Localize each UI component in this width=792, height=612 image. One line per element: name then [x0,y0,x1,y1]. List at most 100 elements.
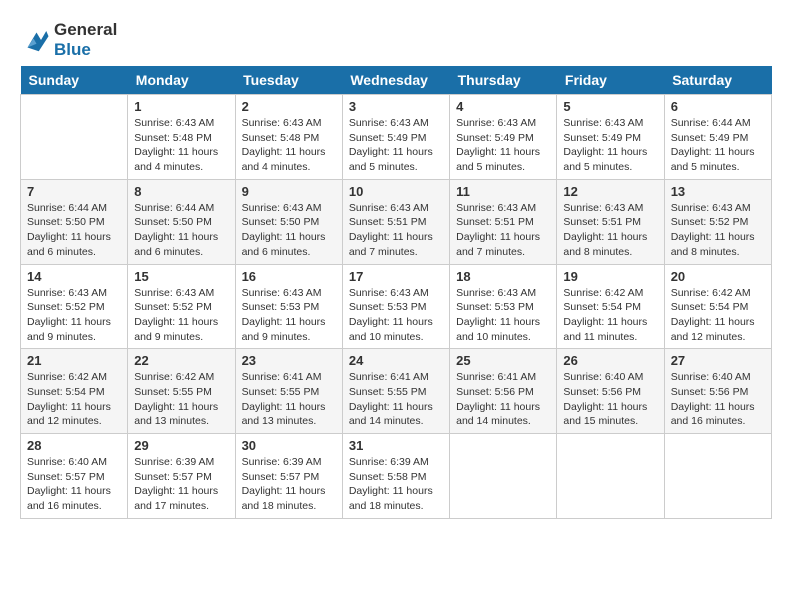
day-info: Sunrise: 6:43 AMSunset: 5:51 PMDaylight:… [563,201,657,260]
day-info: Sunrise: 6:39 AMSunset: 5:57 PMDaylight:… [134,455,228,514]
day-number: 21 [27,353,121,368]
day-number: 3 [349,99,443,114]
day-info: Sunrise: 6:41 AMSunset: 5:55 PMDaylight:… [349,370,443,429]
calendar-cell: 12 Sunrise: 6:43 AMSunset: 5:51 PMDayligh… [557,179,664,264]
day-number: 23 [242,353,336,368]
day-number: 24 [349,353,443,368]
day-header-sunday: Sunday [21,66,128,95]
day-number: 5 [563,99,657,114]
day-number: 12 [563,184,657,199]
day-info: Sunrise: 6:44 AMSunset: 5:50 PMDaylight:… [134,201,228,260]
day-info: Sunrise: 6:44 AMSunset: 5:49 PMDaylight:… [671,116,765,175]
day-info: Sunrise: 6:43 AMSunset: 5:53 PMDaylight:… [242,286,336,345]
calendar-week-row: 1 Sunrise: 6:43 AMSunset: 5:48 PMDaylight… [21,95,772,180]
day-info: Sunrise: 6:39 AMSunset: 5:58 PMDaylight:… [349,455,443,514]
day-info: Sunrise: 6:43 AMSunset: 5:53 PMDaylight:… [456,286,550,345]
day-info: Sunrise: 6:43 AMSunset: 5:49 PMDaylight:… [349,116,443,175]
day-header-saturday: Saturday [664,66,771,95]
day-number: 2 [242,99,336,114]
calendar-week-row: 14Sunrise: 6:43 AMSunset: 5:52 PMDayligh… [21,264,772,349]
day-number: 13 [671,184,765,199]
day-header-monday: Monday [128,66,235,95]
calendar-cell: 28 Sunrise: 6:40 AMSunset: 5:57 PMDayligh… [21,434,128,519]
day-info: Sunrise: 6:43 AMSunset: 5:49 PMDaylight:… [456,116,550,175]
calendar-cell: 6 Sunrise: 6:44 AMSunset: 5:49 PMDaylight… [664,95,771,180]
day-info: Sunrise: 6:40 AMSunset: 5:57 PMDaylight:… [27,455,121,514]
calendar-week-row: 28 Sunrise: 6:40 AMSunset: 5:57 PMDayligh… [21,434,772,519]
logo: General Blue [20,20,117,60]
calendar-cell: 7 Sunrise: 6:44 AMSunset: 5:50 PMDaylight… [21,179,128,264]
calendar-cell: 9Sunrise: 6:43 AMSunset: 5:50 PMDaylight… [235,179,342,264]
day-info: Sunrise: 6:43 AMSunset: 5:53 PMDaylight:… [349,286,443,345]
calendar-cell: 18 Sunrise: 6:43 AMSunset: 5:53 PMDayligh… [450,264,557,349]
calendar-cell: 16 Sunrise: 6:43 AMSunset: 5:53 PMDayligh… [235,264,342,349]
day-header-tuesday: Tuesday [235,66,342,95]
day-number: 11 [456,184,550,199]
calendar-cell: 2 Sunrise: 6:43 AMSunset: 5:48 PMDaylight… [235,95,342,180]
day-info: Sunrise: 6:42 AMSunset: 5:54 PMDaylight:… [563,286,657,345]
day-number: 10 [349,184,443,199]
day-number: 7 [27,184,121,199]
page-header: General Blue [20,20,772,60]
calendar-cell: 3 Sunrise: 6:43 AMSunset: 5:49 PMDaylight… [342,95,449,180]
day-info: Sunrise: 6:43 AMSunset: 5:50 PMDaylight:… [242,201,336,260]
day-number: 22 [134,353,228,368]
day-info: Sunrise: 6:43 AMSunset: 5:48 PMDaylight:… [242,116,336,175]
calendar-cell: 22 Sunrise: 6:42 AMSunset: 5:55 PMDayligh… [128,349,235,434]
day-info: Sunrise: 6:42 AMSunset: 5:55 PMDaylight:… [134,370,228,429]
day-info: Sunrise: 6:42 AMSunset: 5:54 PMDaylight:… [27,370,121,429]
calendar-cell: 29 Sunrise: 6:39 AMSunset: 5:57 PMDayligh… [128,434,235,519]
calendar-cell: 17 Sunrise: 6:43 AMSunset: 5:53 PMDayligh… [342,264,449,349]
day-number: 25 [456,353,550,368]
calendar-cell: 24 Sunrise: 6:41 AMSunset: 5:55 PMDayligh… [342,349,449,434]
day-info: Sunrise: 6:44 AMSunset: 5:50 PMDaylight:… [27,201,121,260]
calendar-cell: 19 Sunrise: 6:42 AMSunset: 5:54 PMDayligh… [557,264,664,349]
calendar-cell: 1 Sunrise: 6:43 AMSunset: 5:48 PMDaylight… [128,95,235,180]
day-number: 4 [456,99,550,114]
day-number: 18 [456,269,550,284]
day-number: 20 [671,269,765,284]
day-number: 30 [242,438,336,453]
day-number: 1 [134,99,228,114]
day-info: Sunrise: 6:40 AMSunset: 5:56 PMDaylight:… [563,370,657,429]
day-number: 17 [349,269,443,284]
day-info: Sunrise: 6:43 AMSunset: 5:52 PMDaylight:… [134,286,228,345]
day-number: 6 [671,99,765,114]
day-number: 16 [242,269,336,284]
day-info: Sunrise: 6:39 AMSunset: 5:57 PMDaylight:… [242,455,336,514]
calendar-cell: 14Sunrise: 6:43 AMSunset: 5:52 PMDayligh… [21,264,128,349]
calendar-header-row: SundayMondayTuesdayWednesdayThursdayFrid… [21,66,772,95]
calendar-cell [450,434,557,519]
calendar-cell: 31 Sunrise: 6:39 AMSunset: 5:58 PMDayligh… [342,434,449,519]
calendar-cell: 13 Sunrise: 6:43 AMSunset: 5:52 PMDayligh… [664,179,771,264]
calendar-cell: 8 Sunrise: 6:44 AMSunset: 5:50 PMDaylight… [128,179,235,264]
calendar-week-row: 7 Sunrise: 6:44 AMSunset: 5:50 PMDaylight… [21,179,772,264]
calendar-cell: 5Sunrise: 6:43 AMSunset: 5:49 PMDaylight… [557,95,664,180]
calendar-cell: 27Sunrise: 6:40 AMSunset: 5:56 PMDayligh… [664,349,771,434]
calendar-cell: 11Sunrise: 6:43 AMSunset: 5:51 PMDayligh… [450,179,557,264]
day-number: 15 [134,269,228,284]
day-info: Sunrise: 6:41 AMSunset: 5:56 PMDaylight:… [456,370,550,429]
day-number: 8 [134,184,228,199]
day-info: Sunrise: 6:43 AMSunset: 5:48 PMDaylight:… [134,116,228,175]
day-number: 19 [563,269,657,284]
calendar-cell: 15 Sunrise: 6:43 AMSunset: 5:52 PMDayligh… [128,264,235,349]
day-header-friday: Friday [557,66,664,95]
logo-icon [20,25,50,55]
calendar-week-row: 21 Sunrise: 6:42 AMSunset: 5:54 PMDayligh… [21,349,772,434]
calendar-cell: 23Sunrise: 6:41 AMSunset: 5:55 PMDayligh… [235,349,342,434]
calendar-table: SundayMondayTuesdayWednesdayThursdayFrid… [20,66,772,519]
day-info: Sunrise: 6:43 AMSunset: 5:52 PMDaylight:… [671,201,765,260]
calendar-cell: 25 Sunrise: 6:41 AMSunset: 5:56 PMDayligh… [450,349,557,434]
day-number: 27 [671,353,765,368]
calendar-cell: 20Sunrise: 6:42 AMSunset: 5:54 PMDayligh… [664,264,771,349]
calendar-cell: 21 Sunrise: 6:42 AMSunset: 5:54 PMDayligh… [21,349,128,434]
calendar-cell: 30 Sunrise: 6:39 AMSunset: 5:57 PMDayligh… [235,434,342,519]
day-number: 31 [349,438,443,453]
day-number: 28 [27,438,121,453]
calendar-cell [664,434,771,519]
logo-text: General Blue [54,20,117,60]
calendar-cell [21,95,128,180]
day-number: 29 [134,438,228,453]
day-header-wednesday: Wednesday [342,66,449,95]
